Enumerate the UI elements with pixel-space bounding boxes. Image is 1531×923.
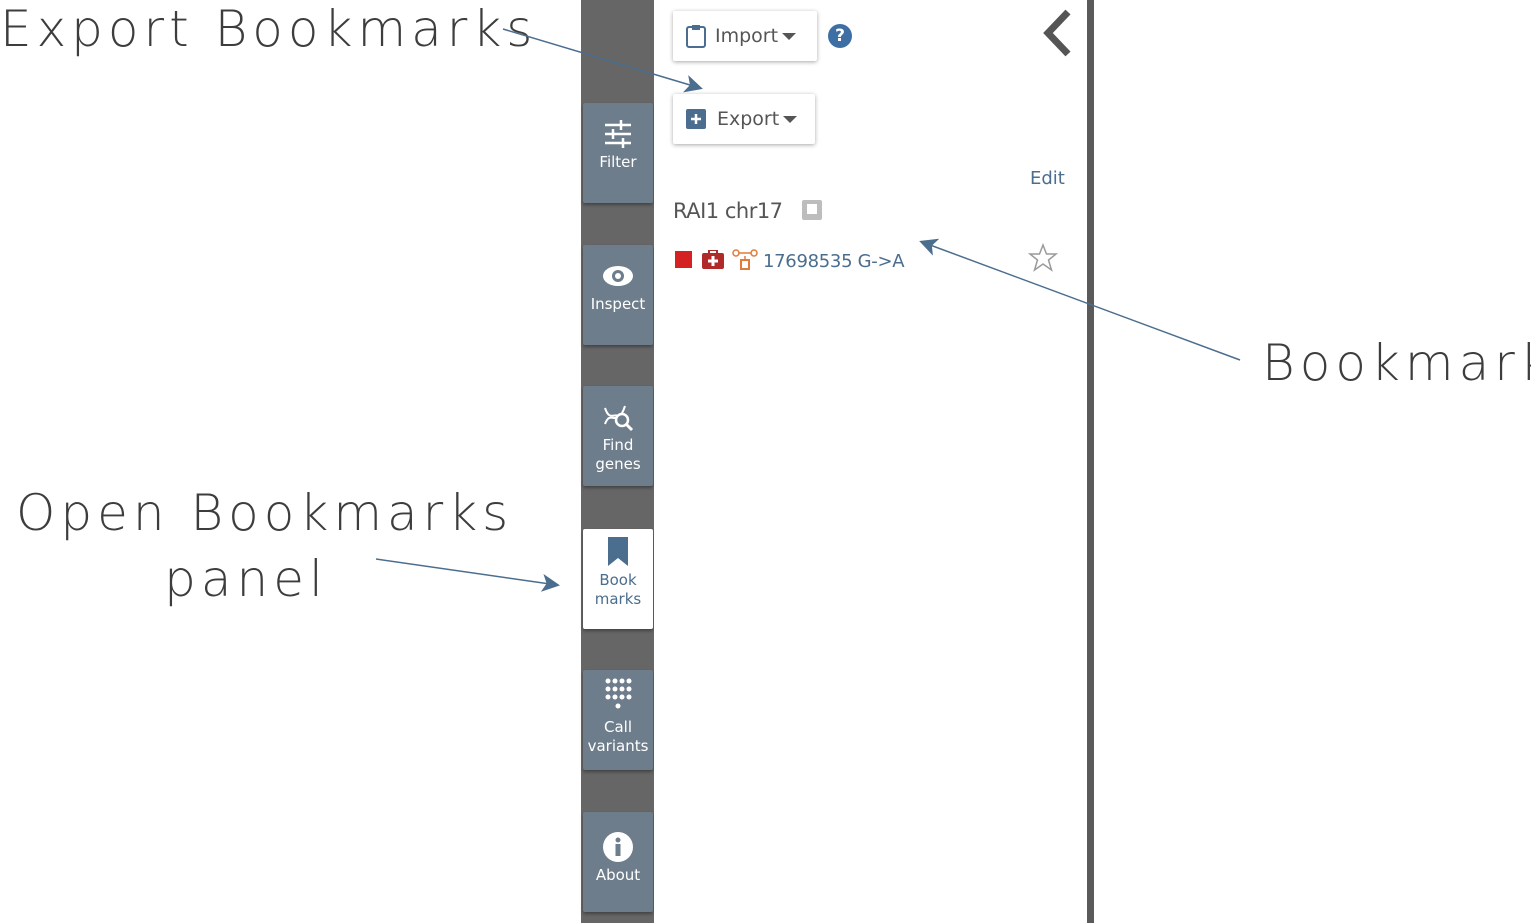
nav-find-genes-button[interactable]: Find genes xyxy=(583,386,653,486)
chevron-down-icon xyxy=(782,32,797,40)
medical-kit-icon xyxy=(702,250,724,269)
star-icon[interactable] xyxy=(1028,243,1058,273)
chevron-down-icon xyxy=(783,115,798,123)
nav-bookmarks-label-2: marks xyxy=(594,590,642,608)
annotation-open-bookmarks-panel: Open Bookmarks panel xyxy=(16,480,514,612)
annotation-export-bookmarks: Export Bookmarks xyxy=(0,0,538,58)
nav-filter-button[interactable]: Filter xyxy=(583,103,653,203)
bookmark-variant-link[interactable]: 17698535 G->A xyxy=(763,251,905,272)
nav-call-label-1: Call xyxy=(603,718,632,736)
info-icon xyxy=(603,832,633,862)
nav-find-label-2: genes xyxy=(595,455,641,473)
export-button[interactable]: Export xyxy=(673,94,815,144)
left-nav: Filter Inspect Find genes Book marks Cal… xyxy=(581,0,654,923)
nav-bookmarks-button[interactable]: Book marks xyxy=(583,529,653,629)
bookmark-row[interactable]: 17698535 G->A xyxy=(673,246,1083,276)
bookmark-gene-title[interactable]: RAI1 chr17 xyxy=(673,199,783,223)
clipboard-icon xyxy=(686,25,706,48)
export-icon xyxy=(686,109,706,129)
bookmark-icon xyxy=(608,537,628,566)
pathogenic-square-icon xyxy=(675,251,692,268)
keypad-icon xyxy=(605,678,632,709)
dna-search-icon xyxy=(604,405,634,432)
help-icon[interactable]: ? xyxy=(828,24,852,48)
nav-filter-label: Filter xyxy=(599,153,637,171)
edit-link[interactable]: Edit xyxy=(1030,168,1065,189)
nav-bookmarks-label-1: Book xyxy=(599,571,637,589)
variant-node-icon xyxy=(732,249,758,270)
annotation-bookmark: Bookmark xyxy=(1262,334,1531,392)
nav-inspect-label: Inspect xyxy=(590,295,646,313)
nav-inspect-button[interactable]: Inspect xyxy=(583,245,653,345)
import-button[interactable]: Import xyxy=(673,11,817,61)
panel-divider[interactable] xyxy=(1087,0,1094,923)
annotation-open-line1: Open Bookmarks xyxy=(16,484,514,542)
sliders-icon xyxy=(605,120,631,148)
nav-find-label-1: Find xyxy=(602,436,634,454)
nav-call-label-2: variants xyxy=(587,737,649,755)
gene-badge-icon xyxy=(802,200,822,220)
export-label: Export xyxy=(717,108,780,130)
annotation-open-line2: panel xyxy=(164,550,328,608)
nav-about-label: About xyxy=(595,866,641,884)
nav-call-variants-button[interactable]: Call variants xyxy=(583,670,653,770)
nav-about-button[interactable]: About xyxy=(583,812,653,912)
chevron-left-icon[interactable] xyxy=(1038,8,1078,58)
eye-icon xyxy=(603,266,633,286)
import-label: Import xyxy=(715,25,779,47)
